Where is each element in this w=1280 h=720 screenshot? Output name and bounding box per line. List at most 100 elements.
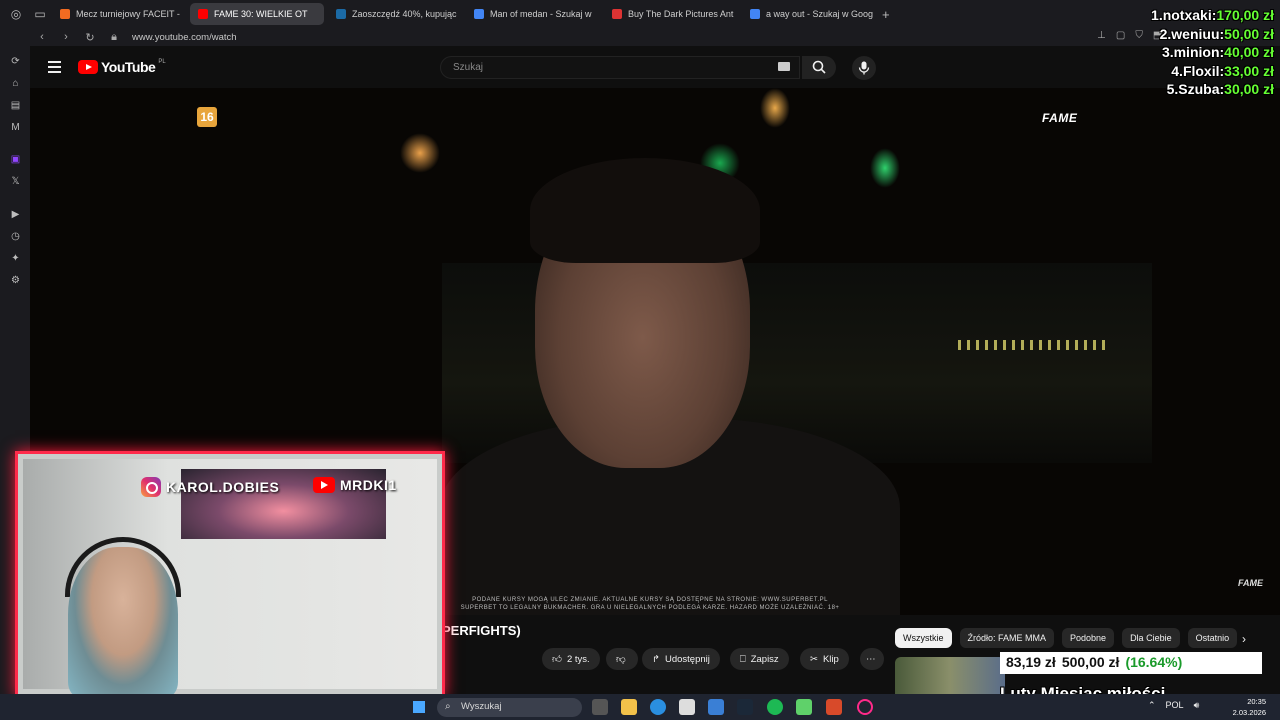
donation-row: 3.minion:40,00 zł	[1151, 43, 1274, 62]
filter-chip[interactable]: Wszystkie	[895, 628, 952, 648]
back-icon[interactable]: ‹	[34, 31, 50, 43]
more-actions-button[interactable]: ⋯	[860, 648, 884, 670]
youtube-play-icon	[78, 60, 98, 74]
lock-icon: 🔒︎	[111, 30, 117, 43]
filter-chip[interactable]: Ostatnio	[1187, 628, 1238, 648]
share-button[interactable]: ↱ Udostępnij	[642, 648, 720, 670]
clip-button[interactable]: ✂ Klip	[800, 648, 849, 670]
player-icon[interactable]: ▶	[9, 208, 22, 221]
chevron-right-icon[interactable]: ›	[1242, 632, 1246, 646]
browser-tab[interactable]: Buy The Dark Pictures Ant	[604, 3, 738, 25]
instagram-handle: KAROL.DOBIES	[141, 477, 279, 497]
clock-time: 20:35	[1247, 697, 1266, 706]
keyboard-icon[interactable]	[778, 62, 790, 71]
new-tab-icon[interactable]: +	[882, 7, 890, 22]
filter-chip[interactable]: Podobne	[1062, 628, 1115, 648]
address-bar: ‹ › ↻ 🔒︎ www.youtube.com/watch ⊥ ▢ ⛉ ⬒ ▷	[0, 28, 1280, 46]
browser-tab-strip: ◎ ▭ Mecz turniejowy FACEIT - FAME 30: WIE…	[0, 0, 1280, 28]
more-icon: ⋯	[866, 653, 876, 665]
windows-taskbar: ⌕ Wyszukaj ⌃ POL 🔊︎ 20:35 2.03.2026	[0, 694, 1280, 720]
tray-up-icon[interactable]: ⌃	[1148, 700, 1156, 711]
browser-tab[interactable]: Man of medan - Szukaj w	[466, 3, 600, 25]
spotify-icon[interactable]	[767, 699, 783, 715]
history-icon[interactable]: ◷	[9, 230, 22, 243]
tab-favicon-icon	[474, 9, 484, 19]
mail-icon[interactable]	[708, 699, 724, 715]
thumbs-up-icon: 👍︎	[552, 654, 562, 665]
wallet-icon[interactable]: ▤	[9, 99, 22, 112]
bag-icon[interactable]: ⌂	[9, 77, 22, 90]
webcam-overlay: KAROL.DOBIES MRDKI1	[15, 451, 445, 697]
filter-chips: Wszystkie Źródło: FAME MMA Podobne Dla Cieb…	[895, 628, 1238, 648]
browser-menu-icon[interactable]: ◎	[8, 6, 24, 22]
store-icon[interactable]	[679, 699, 695, 715]
youtube-logo[interactable]: YouTube PL	[78, 59, 166, 75]
search-input[interactable]: Szukaj	[440, 56, 800, 79]
donation-amount: 30,00 zł	[1224, 81, 1274, 97]
tab-label: a way out - Szukaj w Goog	[766, 9, 874, 19]
twitch-icon[interactable]: ▣	[9, 153, 22, 166]
thumbs-down-icon: 👎︎	[616, 654, 626, 665]
like-count: 2 tys.	[566, 653, 590, 665]
browser-tab[interactable]: a way out - Szukaj w Goog	[742, 3, 876, 25]
filter-chip[interactable]: Dla Ciebie	[1122, 628, 1180, 648]
clip-label: Klip	[822, 653, 839, 665]
browser-tab[interactable]: Mecz turniejowy FACEIT -	[52, 3, 186, 25]
lamp-light	[400, 133, 440, 173]
tab-label: Man of medan - Szukaj w	[490, 9, 592, 19]
filter-chip[interactable]: Źródło: FAME MMA	[959, 628, 1055, 648]
tab-favicon-icon	[198, 9, 208, 19]
taskbar-search[interactable]: ⌕ Wyszukaj	[437, 698, 582, 717]
search-button[interactable]	[802, 56, 836, 79]
webcam-feed: KAROL.DOBIES MRDKI1	[23, 459, 437, 694]
donation-amount: 33,00 zł	[1224, 62, 1274, 79]
like-button[interactable]: 👍︎ 2 tys.	[542, 648, 600, 670]
tab-overview-icon[interactable]: ▭	[32, 6, 48, 22]
instagram-name: KAROL.DOBIES	[166, 479, 280, 495]
dislike-button[interactable]: 👎︎	[606, 648, 638, 670]
pin-icon[interactable]: ⊥	[1097, 30, 1106, 41]
forward-icon[interactable]: ›	[58, 31, 74, 43]
volume-icon[interactable]: 🔊︎	[1194, 700, 1200, 711]
save-button[interactable]: ⎕ Zapisz	[730, 648, 789, 670]
browser-tab[interactable]: FAME 30: WIELKIE OT	[190, 3, 324, 25]
donation-row: 2.weniuu:50,00 zł	[1151, 25, 1274, 44]
scissors-icon: ✂	[810, 653, 818, 665]
url-field[interactable]: www.youtube.com/watch	[132, 32, 237, 43]
disclaimer-line-2: SUPERBET TO LEGALNY BUKMACHER. GRA U NIE…	[460, 605, 840, 611]
edge-icon[interactable]	[650, 699, 666, 715]
shield-icon[interactable]: ⛉	[1135, 30, 1143, 41]
microphone-icon	[858, 61, 870, 75]
app-icon[interactable]	[796, 699, 812, 715]
task-view-icon[interactable]	[592, 699, 608, 715]
menu-icon[interactable]	[48, 61, 61, 73]
fame-watermark: FAME	[1238, 578, 1264, 588]
tab-favicon-icon	[60, 9, 70, 19]
disclaimer-line-1: PODANE KURSY MOGĄ ULEC ZMIANIE. AKTUALNE…	[472, 597, 828, 603]
settings-icon[interactable]: ⚙	[9, 274, 22, 287]
brave-icon[interactable]	[826, 699, 842, 715]
windows-start-icon[interactable]	[413, 701, 425, 713]
video-title: PERFIGHTS)	[442, 623, 521, 638]
steam-icon[interactable]	[737, 699, 753, 715]
browser-tab[interactable]: Zaoszczędź 40%, kupując	[328, 3, 462, 25]
share-label: Udostępnij	[664, 653, 710, 665]
reload-icon[interactable]: ↻	[82, 31, 98, 44]
tab-label: Zaoszczędź 40%, kupując	[352, 9, 457, 19]
voice-search-button[interactable]	[852, 56, 876, 80]
window-icon[interactable]: ▢	[1116, 30, 1125, 41]
file-explorer-icon[interactable]	[621, 699, 637, 715]
extensions-icon[interactable]: ✦	[9, 252, 22, 265]
language-indicator[interactable]: POL	[1166, 700, 1184, 711]
betting-disclaimer: PODANE KURSY MOGĄ ULEC ZMIANIE. AKTUALNE…	[410, 596, 890, 612]
system-clock[interactable]: 20:35 2.03.2026	[1233, 696, 1266, 718]
recommended-thumbnail[interactable]	[895, 657, 1005, 694]
messenger-icon[interactable]: M	[9, 121, 22, 134]
donation-row: 4.Floxil:33,00 zł	[1151, 62, 1274, 81]
streamer	[68, 547, 178, 694]
tab-label: Buy The Dark Pictures Ant	[628, 9, 734, 19]
opera-icon[interactable]	[857, 699, 873, 715]
fame-logo: FAME	[1042, 111, 1078, 125]
refresh-panel-icon[interactable]: ⟳	[9, 55, 22, 68]
x-icon[interactable]: 𝕏	[9, 175, 22, 188]
